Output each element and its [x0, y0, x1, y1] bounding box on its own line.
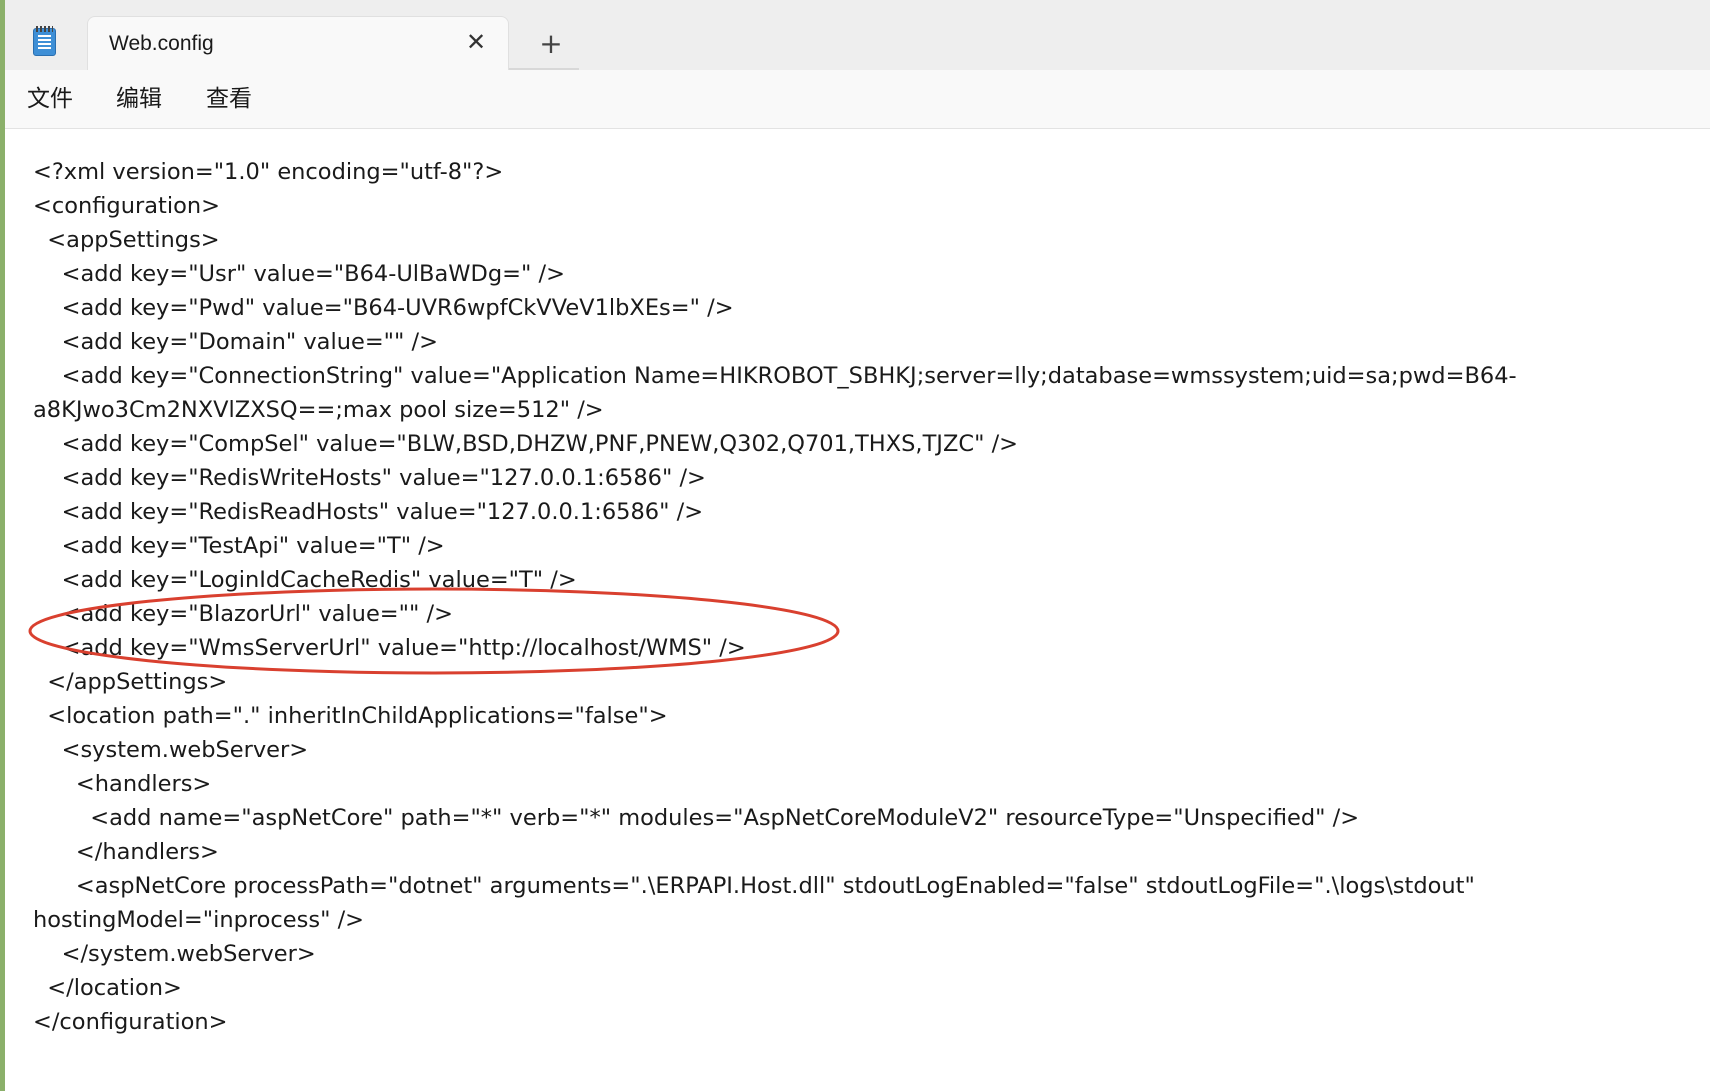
code-line: <add key="WmsServerUrl" value="http://lo… — [33, 635, 746, 661]
code-line: <add key="TestApi" value="T" /> — [33, 533, 445, 559]
code-line: </configuration> — [33, 1009, 228, 1035]
code-line: <add key="Usr" value="B64-UlBaWDg=" /> — [33, 261, 565, 287]
code-line: </location> — [33, 975, 182, 1001]
menu-view[interactable]: 查看 — [206, 84, 252, 114]
add-tab-button[interactable]: + — [535, 28, 567, 60]
code-line: <location path="." inheritInChildApplica… — [33, 703, 668, 729]
menu-bar: 文件 编辑 查看 — [5, 70, 1710, 129]
tab-web-config[interactable]: Web.config ✕ — [87, 16, 509, 70]
code-line: a8KJwo3Cm2NXVlZXSQ==;max pool size=512" … — [33, 397, 604, 423]
code-line: <system.webServer> — [33, 737, 309, 763]
code-line: <add key="CompSel" value="BLW,BSD,DHZW,P… — [33, 431, 1019, 457]
text-editor[interactable]: <?xml version="1.0" encoding="utf-8"?> <c… — [5, 129, 1710, 1091]
code-line: <aspNetCore processPath="dotnet" argumen… — [33, 873, 1475, 899]
menu-file[interactable]: 文件 — [27, 84, 73, 114]
code-line: <configuration> — [33, 193, 220, 219]
file-content[interactable]: <?xml version="1.0" encoding="utf-8"?> <c… — [33, 155, 1683, 1039]
code-line: </system.webServer> — [33, 941, 316, 967]
notepad-window: Web.config ✕ + 文件 编辑 查看 <?xml version="1… — [5, 0, 1710, 1091]
code-line: <handlers> — [33, 771, 212, 797]
tab-title: Web.config — [109, 32, 214, 55]
code-line: <add key="RedisReadHosts" value="127.0.0… — [33, 499, 704, 525]
code-line: <add key="Domain" value="" /> — [33, 329, 438, 355]
code-line: <add key="LoginIdCacheRedis" value="T" /… — [33, 567, 577, 593]
code-line: <appSettings> — [33, 227, 220, 253]
code-line: <add key="ConnectionString" value="Appli… — [33, 363, 1517, 389]
code-line: hostingModel="inprocess" /> — [33, 907, 365, 933]
code-line: </appSettings> — [33, 669, 228, 695]
code-line: <add key="Pwd" value="B64-UVR6wpfCkVVeV1… — [33, 295, 734, 321]
code-line: <add key="BlazorUrl" value="" /> — [33, 601, 453, 627]
code-line: </handlers> — [33, 839, 219, 865]
tab-bar: Web.config ✕ + — [5, 0, 1710, 70]
close-icon[interactable]: ✕ — [461, 27, 491, 57]
menu-edit[interactable]: 编辑 — [116, 84, 162, 114]
code-line: <?xml version="1.0" encoding="utf-8"?> — [33, 159, 504, 185]
code-line: <add name="aspNetCore" path="*" verb="*"… — [33, 805, 1360, 831]
notepad-icon — [33, 26, 56, 56]
code-line: <add key="RedisWriteHosts" value="127.0.… — [33, 465, 706, 491]
